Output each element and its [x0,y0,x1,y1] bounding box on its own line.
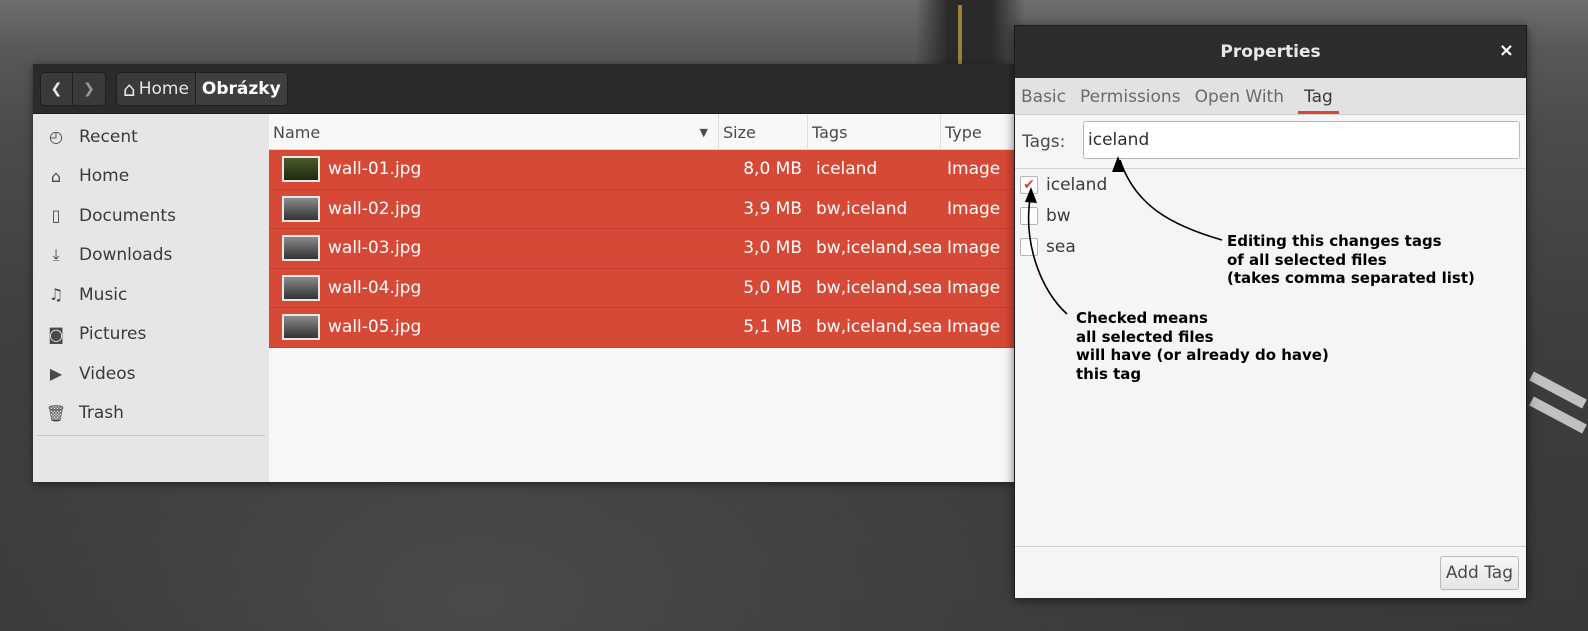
arrow-to-checkbox [1027,192,1068,315]
arrow-to-input [1119,159,1223,241]
arrow-head-icon [1025,187,1037,203]
annotation-arrows [1025,156,1223,315]
